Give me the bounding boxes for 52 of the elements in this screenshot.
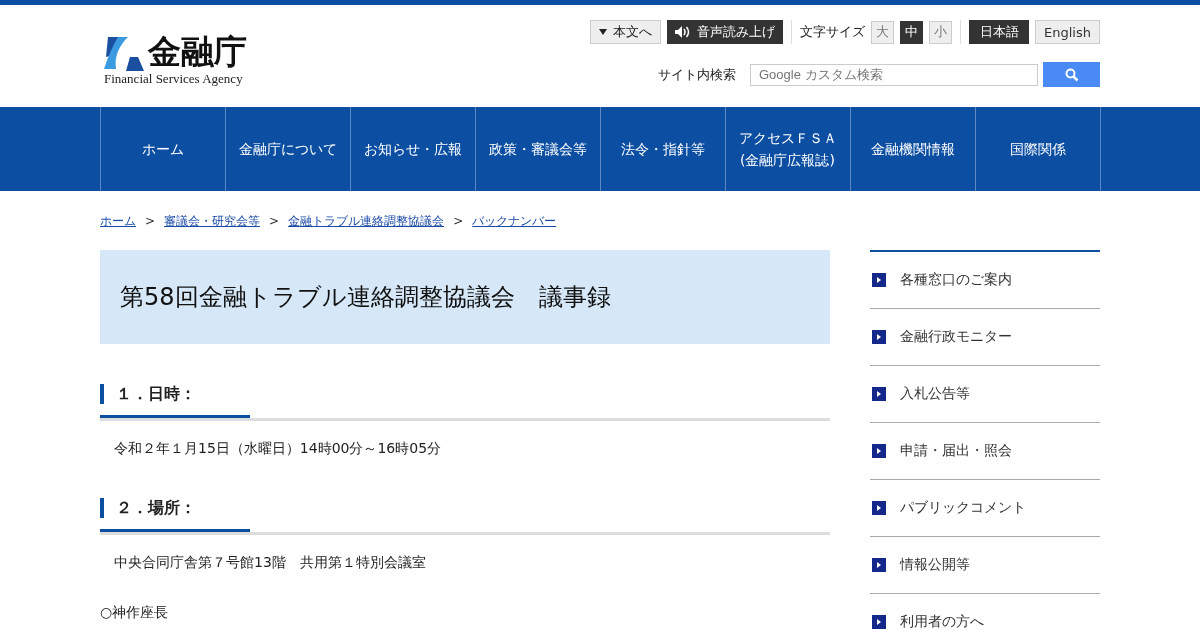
section-text: 令和２年１月15日（水曜日）14時00分～16時05分: [114, 440, 443, 458]
nav-item[interactable]: お知らせ・広報: [350, 107, 476, 191]
sidebar-link[interactable]: 各種窓口のご案内: [870, 252, 1100, 309]
font-size-button[interactable]: 小: [929, 20, 953, 44]
sidebar-link[interactable]: 入札公告等: [870, 366, 1100, 423]
section-heading: １．日時：: [100, 382, 830, 421]
font-size-button[interactable]: 中: [900, 20, 924, 44]
breadcrumb-link[interactable]: 金融トラブル連絡調整協議会: [288, 212, 445, 230]
sidebar-link[interactable]: 情報公開等: [870, 537, 1100, 594]
search-icon: [1064, 67, 1079, 82]
caret-icon: [599, 29, 608, 35]
language-button[interactable]: English: [1035, 20, 1100, 44]
logo-title: 金融庁: [148, 33, 247, 71]
search-button[interactable]: [1043, 62, 1100, 87]
logo-mark-icon: [102, 35, 146, 73]
nav-item[interactable]: ホーム: [100, 107, 226, 191]
nav-item[interactable]: アクセスＦＳＡ (金融庁広報誌): [725, 107, 851, 191]
sidebar-link[interactable]: 申請・届出・照会: [870, 423, 1100, 480]
sidebar-link[interactable]: 利用者の方へ: [870, 594, 1100, 630]
arrow-square-icon: [872, 444, 886, 458]
arrow-square-icon: [872, 387, 886, 401]
nav-item[interactable]: 国際関係: [975, 107, 1101, 191]
search-field[interactable]: Google カスタム検索: [750, 63, 1038, 86]
arrow-square-icon: [872, 558, 886, 572]
arrow-square-icon: [872, 273, 886, 287]
section-heading: ２．場所：: [100, 496, 830, 535]
breadcrumb-separator: >: [145, 214, 156, 228]
language-button[interactable]: 日本語: [969, 20, 1030, 44]
sidebar-link[interactable]: 金融行政モニター: [870, 309, 1100, 366]
page-title: 第58回金融トラブル連絡調整協議会 議事録: [100, 250, 830, 344]
sidebar-link[interactable]: パブリックコメント: [870, 480, 1100, 537]
font-size-button[interactable]: 大: [871, 20, 895, 44]
arrow-square-icon: [872, 330, 886, 344]
speaker-icon: [675, 26, 692, 38]
search-label: サイト内検索: [658, 65, 736, 84]
arrow-square-icon: [872, 501, 886, 515]
breadcrumb-link[interactable]: ホーム: [100, 212, 136, 230]
font-size-label: 文字サイズ: [800, 23, 866, 41]
breadcrumb-separator: >: [453, 214, 464, 228]
arrow-square-icon: [872, 615, 886, 629]
logo-subtitle: Financial Services Agency: [104, 71, 244, 87]
skip-link[interactable]: 本文へ: [590, 20, 662, 44]
nav-item[interactable]: 金融庁について: [225, 107, 351, 191]
breadcrumb-link[interactable]: バックナンバー: [472, 212, 557, 230]
nav-item[interactable]: 政策・審議会等: [475, 107, 601, 191]
breadcrumb-link[interactable]: 審議会・研究会等: [164, 212, 261, 230]
read-aloud-button[interactable]: 音声読み上げ: [667, 20, 784, 44]
nav-item[interactable]: 法令・指針等: [600, 107, 726, 191]
breadcrumb-separator: >: [269, 214, 280, 228]
nav-item[interactable]: 金融機関情報: [850, 107, 976, 191]
body-text: ○神作座長: [100, 604, 170, 622]
section-text: 中央合同庁舎第７号館13階 共用第１特別会議室: [114, 554, 427, 572]
